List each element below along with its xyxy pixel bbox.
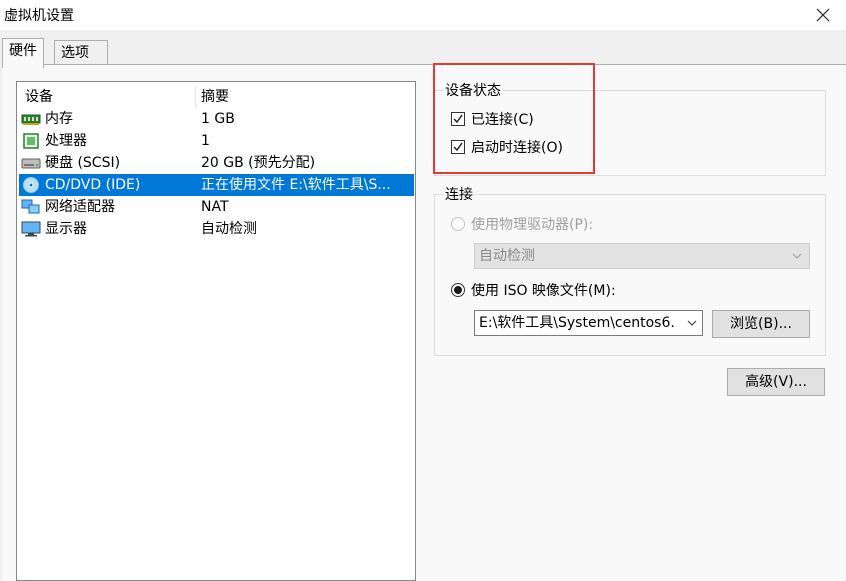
device-summary: NAT — [201, 199, 229, 215]
iso-image-radio-row[interactable]: 使用 ISO 映像文件(M): — [451, 280, 616, 300]
memory-icon — [21, 111, 41, 127]
device-row-harddisk[interactable]: 硬盘 (SCSI) 20 GB (预先分配) — [19, 152, 414, 174]
device-summary: 正在使用文件 E:\软件工具\S... — [201, 177, 391, 193]
display-icon — [21, 221, 41, 237]
network-adapter-icon — [21, 199, 41, 215]
advanced-button[interactable]: 高级(V)... — [727, 368, 825, 396]
highlight-annotation-box — [433, 63, 595, 174]
iso-image-label: 使用 ISO 映像文件(M): — [471, 283, 616, 299]
close-button[interactable] — [800, 0, 846, 30]
column-divider[interactable] — [195, 86, 196, 108]
tab-hardware[interactable]: 硬件 — [2, 38, 44, 68]
connection-group: 连接 使用物理驱动器(P): 自动检测 使用 ISO 映像文件(M): E:\软… — [434, 184, 826, 356]
device-name: 显示器 — [45, 221, 87, 237]
device-name: 硬盘 (SCSI) — [45, 155, 121, 171]
close-icon — [816, 8, 830, 22]
list-header: 设备 摘要 — [17, 86, 414, 108]
column-header-device[interactable]: 设备 — [25, 86, 53, 106]
physical-drive-radio-row[interactable]: 使用物理驱动器(P): — [451, 214, 593, 234]
iso-path-combo[interactable]: E:\软件工具\System\centos6.9 — [474, 310, 703, 336]
iso-image-radio[interactable] — [451, 283, 465, 297]
device-row-cd-dvd[interactable]: CD/DVD (IDE) 正在使用文件 E:\软件工具\S... — [19, 174, 414, 196]
tab-options[interactable]: 选项 — [54, 40, 108, 66]
connection-title: 连接 — [443, 184, 475, 204]
device-summary: 20 GB (预先分配) — [201, 155, 316, 171]
physical-drive-combo[interactable]: 自动检测 — [474, 243, 810, 269]
cd-dvd-icon — [21, 177, 41, 193]
device-summary: 自动检测 — [201, 221, 257, 237]
window-title: 虚拟机设置 — [4, 8, 74, 24]
device-row-processor[interactable]: 处理器 1 — [19, 130, 414, 152]
device-name: 处理器 — [45, 133, 87, 149]
physical-drive-radio[interactable] — [451, 217, 465, 231]
device-row-memory[interactable]: 内存 1 GB — [19, 108, 414, 130]
device-row-network-adapter[interactable]: 网络适配器 NAT — [19, 196, 414, 218]
iso-path-value: E:\软件工具\System\centos6.9 — [479, 315, 675, 331]
column-header-summary[interactable]: 摘要 — [201, 86, 229, 106]
device-name: 内存 — [45, 111, 73, 127]
browse-button[interactable]: 浏览(B)... — [712, 310, 810, 338]
device-row-display[interactable]: 显示器 自动检测 — [19, 218, 414, 240]
chevron-down-icon — [686, 317, 698, 329]
tab-strip: 硬件 选项 — [0, 30, 846, 68]
processor-icon — [21, 133, 41, 149]
device-summary: 1 — [201, 133, 210, 149]
harddisk-icon — [21, 155, 41, 171]
device-list[interactable]: 设备 摘要 内存 1 GB 处理器 1 硬盘 (SCSI) 20 GB (预先分… — [16, 81, 416, 581]
physical-drive-label: 使用物理驱动器(P): — [471, 217, 594, 233]
device-name: CD/DVD (IDE) — [45, 177, 141, 193]
physical-drive-combo-value: 自动检测 — [479, 248, 535, 264]
device-summary: 1 GB — [201, 111, 235, 127]
device-name: 网络适配器 — [45, 199, 115, 215]
title-bar: 虚拟机设置 — [0, 0, 846, 30]
chevron-down-icon — [792, 253, 802, 259]
